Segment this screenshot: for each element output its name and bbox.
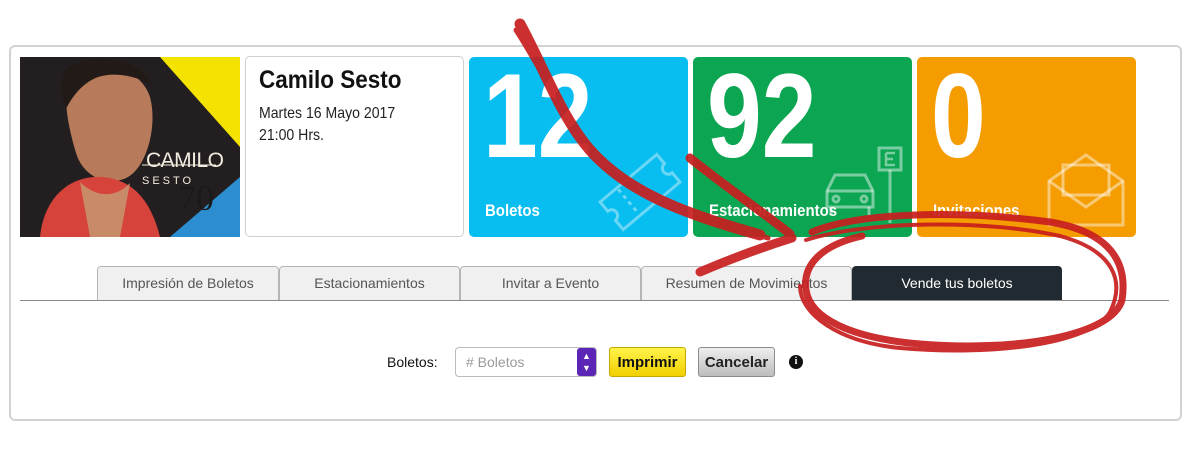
ticket-icon (597, 152, 683, 232)
tabs-divider (20, 300, 1169, 301)
event-time: 21:00 Hrs. (259, 127, 324, 144)
parking-stat-tile: 92 Estacionamientos (693, 57, 912, 237)
event-title: Camilo Sesto (259, 66, 402, 94)
invitations-stat-tile: 0 Invitaciones (917, 57, 1136, 237)
tab-parking[interactable]: Estacionamientos (279, 266, 460, 300)
parking-label: Estacionamientos (709, 201, 838, 220)
print-button[interactable]: Imprimir (609, 347, 686, 377)
info-icon[interactable]: i (789, 355, 803, 369)
tab-sell-tickets[interactable]: Vende tus boletos (852, 266, 1062, 300)
chevron-up-icon[interactable]: ▲ (577, 352, 596, 361)
tab-movements-summary[interactable]: Resumen de Movimientos (641, 266, 852, 300)
cover-number-text: 70 (178, 178, 214, 218)
tickets-label: Boletos (485, 201, 540, 220)
cancel-button[interactable]: Cancelar (698, 347, 775, 377)
quantity-stepper[interactable]: ▲ ▼ (577, 348, 596, 376)
invitations-label: Invitaciones (933, 201, 1020, 220)
tab-invite-to-event[interactable]: Invitar a Evento (460, 266, 641, 300)
parking-count: 92 (707, 57, 817, 183)
invitations-count: 0 (931, 57, 986, 183)
tickets-count: 12 (483, 57, 593, 183)
tickets-field-label: Boletos: (387, 354, 438, 370)
cover-title-text: CAMILO (146, 149, 224, 172)
event-cover-image: CAMILO SESTO 70 (20, 57, 240, 237)
envelope-icon (1047, 153, 1125, 227)
event-info-card: Camilo Sesto Martes 16 Mayo 2017 21:00 H… (245, 56, 464, 237)
tickets-stat-tile: 12 Boletos (469, 57, 688, 237)
ticket-quantity-input[interactable] (455, 347, 597, 377)
event-date: Martes 16 Mayo 2017 (259, 105, 396, 122)
chevron-down-icon[interactable]: ▼ (577, 364, 596, 373)
tab-ticket-printing[interactable]: Impresión de Boletos (97, 266, 279, 300)
car-parking-icon (825, 146, 903, 223)
